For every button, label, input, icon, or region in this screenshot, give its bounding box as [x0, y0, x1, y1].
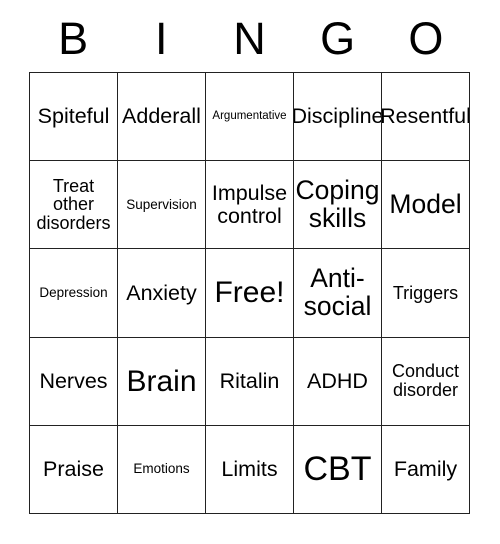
bingo-header-letter-n: N [233, 12, 266, 64]
bingo-cell[interactable]: Depression [30, 249, 118, 338]
bingo-cell-label: Argumentative [212, 109, 287, 122]
bingo-header-row: B I N GO [29, 8, 470, 68]
bingo-header-letter-o: O [408, 12, 444, 64]
bingo-cell[interactable]: Treat other disorders [30, 161, 118, 250]
bingo-cell[interactable]: ADHD [294, 337, 382, 426]
bingo-cell[interactable]: Family [382, 425, 470, 514]
bingo-cell-label: Limits [221, 457, 278, 482]
bingo-cell[interactable]: Nerves [30, 337, 118, 426]
bingo-cell[interactable]: Model [382, 161, 470, 250]
bingo-cell-label: CBT [303, 449, 372, 488]
bingo-cell[interactable]: Supervision [118, 161, 206, 250]
bingo-cell[interactable]: Spiteful [30, 73, 118, 162]
bingo-cell[interactable]: Anxiety [118, 249, 206, 338]
bingo-cell-label: Discipline [294, 104, 382, 129]
bingo-cell-free-space[interactable]: Free! [206, 249, 294, 338]
bingo-cell-label: Nerves [39, 369, 108, 394]
bingo-cell-label: Adderall [122, 104, 201, 129]
bingo-cell-label: Triggers [392, 282, 459, 303]
bingo-cell-label: Conduct disorder [391, 361, 460, 401]
bingo-cell-label: Treat other disorders [36, 175, 111, 234]
bingo-cell-label: Coping skills [295, 175, 380, 233]
bingo-cell[interactable]: Brain [118, 337, 206, 426]
bingo-cell-label: Supervision [126, 196, 197, 212]
bingo-header-letter-g: G [320, 12, 356, 64]
bingo-cell[interactable]: Praise [30, 425, 118, 514]
bingo-cell[interactable]: Limits [206, 425, 294, 514]
bingo-cell-label: Anti- social [303, 263, 372, 321]
bingo-cell-label: Resentful [382, 104, 470, 129]
bingo-cell-label: Family [393, 457, 458, 482]
bingo-cell-label: Impulse control [211, 181, 288, 228]
bingo-header-letter-b: B [58, 12, 89, 64]
bingo-cell-label: Depression [39, 284, 108, 300]
bingo-cell[interactable]: Anti- social [294, 249, 382, 338]
bingo-cell-label: ADHD [307, 369, 368, 394]
bingo-cell[interactable]: Conduct disorder [382, 337, 470, 426]
bingo-cell[interactable]: Coping skills [294, 161, 382, 250]
bingo-cell-label: Brain [126, 364, 197, 398]
bingo-card: B I N GO Spiteful Adderall Argumentative Disci… [0, 0, 500, 544]
bingo-cell[interactable]: Triggers [382, 249, 470, 338]
bingo-cell-label: Anxiety [126, 280, 197, 305]
bingo-cell-label: Spiteful [37, 104, 110, 129]
bingo-cell-label: Free! [214, 276, 285, 310]
bingo-cell[interactable]: Argumentative [206, 73, 294, 162]
bingo-header-letter-i: I [155, 12, 168, 64]
bingo-cell[interactable]: Impulse control [206, 161, 294, 250]
bingo-cell-label: Ritalin [219, 369, 280, 394]
bingo-cell-label: Praise [43, 457, 104, 482]
bingo-grid: Spiteful Adderall Argumentative Discipline R… [29, 72, 470, 514]
bingo-cell[interactable]: Ritalin [206, 337, 294, 426]
bingo-cell[interactable]: Discipline [294, 73, 382, 162]
bingo-cell[interactable]: CBT [294, 425, 382, 514]
bingo-cell-label: Emotions [133, 461, 190, 477]
bingo-cell[interactable]: Resentful [382, 73, 470, 162]
bingo-cell[interactable]: Emotions [118, 425, 206, 514]
bingo-cell-label: Model [389, 189, 462, 220]
bingo-cell[interactable]: Adderall [118, 73, 206, 162]
